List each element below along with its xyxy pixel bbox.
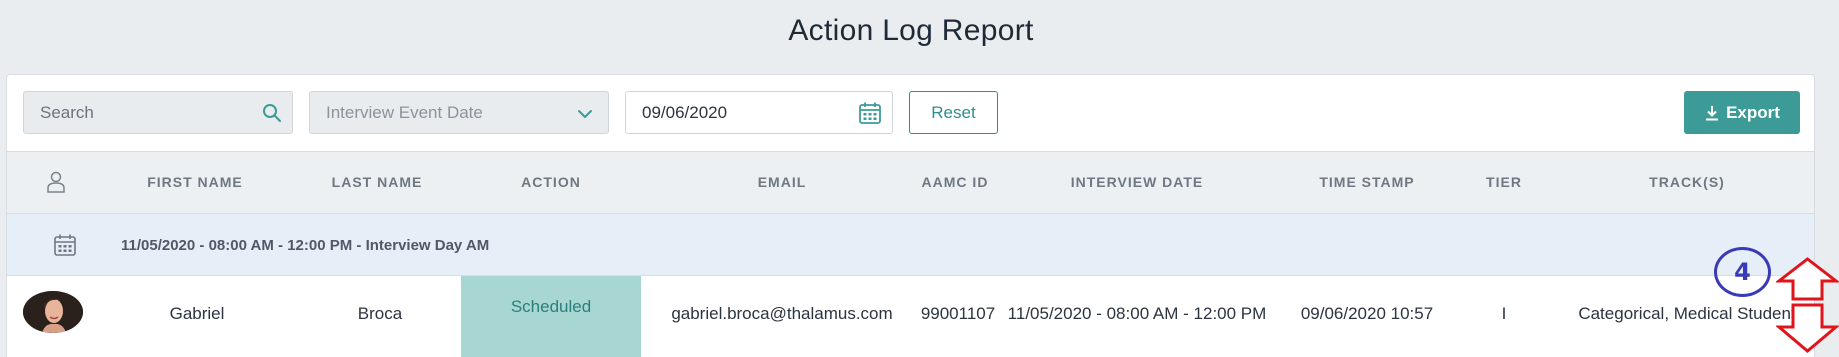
date-picker-field[interactable]: 09/06/2020 — [625, 91, 893, 134]
cell-last-name: Broca — [357, 304, 403, 323]
person-icon — [47, 171, 65, 193]
cell-interview-date: 11/05/2020 - 08:00 AM - 12:00 PM — [1007, 304, 1267, 323]
search-field[interactable] — [23, 91, 293, 134]
column-header-email[interactable]: EMAIL — [707, 174, 857, 190]
table-header: FIRST NAME LAST NAME ACTION EMAIL AAMC I… — [7, 151, 1814, 214]
calendar-icon — [54, 234, 76, 256]
event-select-label: Interview Event Date — [326, 103, 483, 122]
step-number-badge: 4 — [1714, 247, 1771, 297]
column-header-tier[interactable]: TIER — [1469, 174, 1539, 190]
cell-email[interactable]: gabriel.broca@thalamus.com — [657, 304, 907, 324]
column-header-time-stamp[interactable]: TIME STAMP — [1297, 174, 1437, 190]
download-icon — [1706, 105, 1719, 120]
arrow-down-icon — [1776, 303, 1839, 353]
action-log-panel: Interview Event Date 09/06/2020 Reset — [6, 74, 1815, 357]
page-title: Action Log Report — [788, 14, 1034, 47]
avatar — [23, 291, 83, 333]
export-button[interactable]: Export — [1684, 91, 1800, 134]
table-row[interactable]: Gabriel Broca Scheduled gabriel.broca@th… — [7, 276, 1814, 357]
toolbar: Interview Event Date 09/06/2020 Reset — [7, 75, 1814, 151]
search-icon[interactable] — [262, 103, 282, 123]
cell-aamc-id: 99001107 — [920, 304, 996, 323]
arrow-up-icon — [1776, 257, 1839, 301]
cell-tracks: Categorical, Medical Student — [1578, 304, 1796, 323]
cell-time-stamp: 09/06/2020 10:57 — [1300, 304, 1434, 323]
date-value: 09/06/2020 — [642, 103, 728, 122]
interview-event-date-select[interactable]: Interview Event Date — [309, 91, 609, 134]
column-header-interview-date[interactable]: INTERVIEW DATE — [1047, 174, 1227, 190]
export-label: Export — [1726, 102, 1780, 122]
cell-tier: I — [1501, 304, 1507, 323]
search-input[interactable] — [24, 92, 254, 133]
column-header-tracks[interactable]: TRACK(S) — [1617, 174, 1757, 190]
column-header-last-name[interactable]: LAST NAME — [307, 174, 447, 190]
group-row[interactable]: 11/05/2020 - 08:00 AM - 12:00 PM - Inter… — [7, 214, 1814, 276]
column-header-action[interactable]: ACTION — [491, 174, 611, 190]
calendar-icon[interactable] — [858, 101, 882, 125]
group-label: 11/05/2020 - 08:00 AM - 12:00 PM - Inter… — [121, 237, 490, 254]
action-status-badge: Scheduled — [461, 276, 641, 357]
chevron-down-icon — [578, 110, 592, 118]
column-header-aamc-id[interactable]: AAMC ID — [905, 174, 1005, 190]
column-header-first-name[interactable]: FIRST NAME — [125, 174, 265, 190]
cell-first-name: Gabriel — [169, 304, 225, 323]
reset-button[interactable]: Reset — [909, 91, 998, 134]
